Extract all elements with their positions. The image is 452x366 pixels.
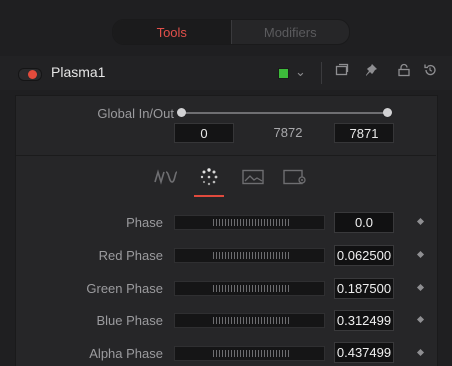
red-phase-label: Red Phase: [98, 248, 163, 263]
slider-ticks: [213, 252, 289, 259]
blue-phase-label: Blue Phase: [96, 313, 164, 328]
tab-bar: Tools Modifiers: [112, 19, 350, 45]
global-current-frame: 7872: [273, 125, 303, 140]
image-icon[interactable]: [240, 165, 266, 189]
controls-icon[interactable]: [153, 165, 179, 189]
range-out-handle[interactable]: [383, 108, 392, 117]
slider-ticks: [213, 350, 289, 357]
phase-value[interactable]: 0.0: [334, 212, 394, 233]
section-divider: [16, 155, 436, 156]
active-tab-indicator: [194, 195, 224, 197]
chevron-down-icon[interactable]: ⌄: [295, 64, 306, 80]
toggle-dot: [28, 70, 37, 79]
global-out-field[interactable]: 7871: [334, 123, 394, 143]
red-phase-slider[interactable]: [174, 248, 325, 263]
pin-icon[interactable]: [364, 63, 378, 80]
phase-slider[interactable]: [174, 215, 325, 230]
range-in-handle[interactable]: [177, 108, 186, 117]
alpha-phase-slider[interactable]: [174, 346, 325, 361]
phase-label: Phase: [126, 215, 163, 230]
tool-name[interactable]: Plasma1: [51, 64, 105, 80]
global-range-track[interactable]: [182, 112, 388, 114]
tool-enable-toggle[interactable]: [18, 68, 42, 81]
global-in-field[interactable]: 0: [174, 123, 234, 143]
windows-icon[interactable]: [335, 63, 349, 80]
slider-ticks: [213, 285, 289, 292]
tab-modifiers[interactable]: Modifiers: [232, 20, 350, 44]
settings-icon[interactable]: [282, 165, 308, 189]
blue-phase-value[interactable]: 0.312499: [334, 310, 394, 331]
header-divider: [321, 62, 322, 84]
green-phase-slider[interactable]: [174, 281, 325, 296]
green-phase-label: Green Phase: [86, 281, 163, 296]
alpha-phase-label: Alpha Phase: [89, 346, 163, 361]
alpha-phase-value[interactable]: 0.437499: [334, 342, 394, 363]
red-phase-value[interactable]: 0.062500: [334, 245, 394, 266]
tool-color-swatch[interactable]: [278, 68, 289, 79]
green-phase-value[interactable]: 0.187500: [334, 278, 394, 299]
global-in-out-label: Global In/Out: [97, 106, 174, 121]
circles-icon[interactable]: [196, 165, 222, 189]
tab-tools[interactable]: Tools: [113, 20, 231, 44]
reset-icon[interactable]: [423, 63, 437, 80]
slider-ticks: [213, 219, 289, 226]
slider-ticks: [213, 317, 289, 324]
lock-icon[interactable]: [397, 63, 411, 80]
blue-phase-slider[interactable]: [174, 313, 325, 328]
